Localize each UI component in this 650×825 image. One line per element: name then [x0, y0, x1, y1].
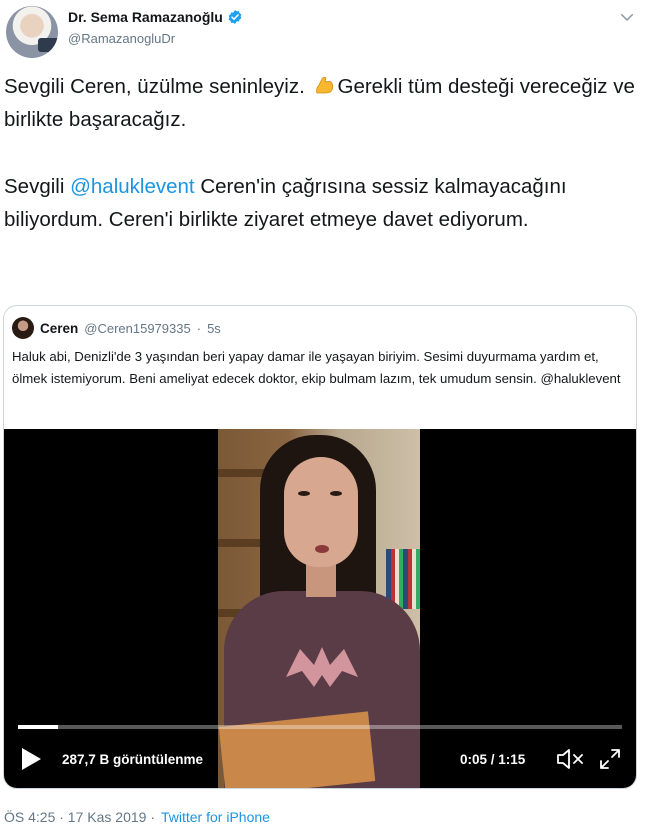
quoted-avatar — [12, 317, 34, 339]
mention-link[interactable]: @haluklevent — [70, 175, 195, 198]
video-view-count: 287,7 B görüntülenme — [62, 752, 204, 767]
quoted-tweet-header: Ceren @Ceren15979335 · 5s — [12, 317, 221, 339]
video-progress-fill — [18, 725, 59, 729]
quoted-author-name: Ceren — [40, 320, 79, 336]
author-name[interactable]: Dr. Sema Ramazanoğlu — [68, 9, 223, 25]
quoted-tweet-card[interactable]: Ceren @Ceren15979335 · 5s Haluk abi, Den… — [3, 305, 637, 789]
video-player[interactable]: 287,7 B görüntülenme 0:05 / 1:15 — [4, 429, 636, 788]
author-avatar[interactable] — [6, 6, 58, 58]
video-frame — [218, 429, 420, 788]
fullscreen-icon[interactable] — [598, 747, 622, 771]
verified-badge-icon — [228, 10, 242, 24]
tweet-header: Dr. Sema Ramazanoğlu @RamazanogluDr — [0, 0, 650, 66]
quoted-tweet-text: Haluk abi, Denizli'de 3 yaşından beri ya… — [12, 349, 621, 386]
tweet-paragraph-2: Sevgili @haluklevent Ceren'in çağrısına … — [4, 170, 636, 236]
mute-icon[interactable] — [556, 747, 584, 771]
tweet-text: Sevgili Ceren, üzülme seninleyiz. Gerekl… — [4, 70, 636, 236]
tweet-timestamp[interactable]: ÖS 4:25 · 17 Kas 2019 · — [4, 809, 155, 825]
tweet-text-part: Sevgili Ceren, üzülme seninleyiz. — [4, 75, 311, 98]
chevron-down-icon[interactable] — [618, 8, 636, 26]
tweet-text-part: Sevgili — [4, 175, 71, 198]
author-handle[interactable]: @RamazanogluDr — [68, 31, 175, 46]
author-name-row[interactable]: Dr. Sema Ramazanoğlu — [68, 9, 243, 25]
quoted-time: 5s — [207, 320, 221, 336]
play-icon[interactable] — [20, 747, 42, 771]
tweet-footer: ÖS 4:25 · 17 Kas 2019 · Twitter for iPhon… — [4, 809, 270, 825]
quoted-author-handle: @Ceren15979335 — [84, 320, 191, 336]
quoted-separator: · — [196, 320, 202, 336]
tweet-source[interactable]: Twitter for iPhone — [161, 809, 270, 825]
video-progress-bar[interactable] — [18, 725, 622, 729]
flexed-biceps-icon — [315, 76, 333, 94]
tweet-paragraph-1: Sevgili Ceren, üzülme seninleyiz. Gerekl… — [4, 70, 636, 136]
video-time: 0:05 / 1:15 — [460, 752, 526, 767]
